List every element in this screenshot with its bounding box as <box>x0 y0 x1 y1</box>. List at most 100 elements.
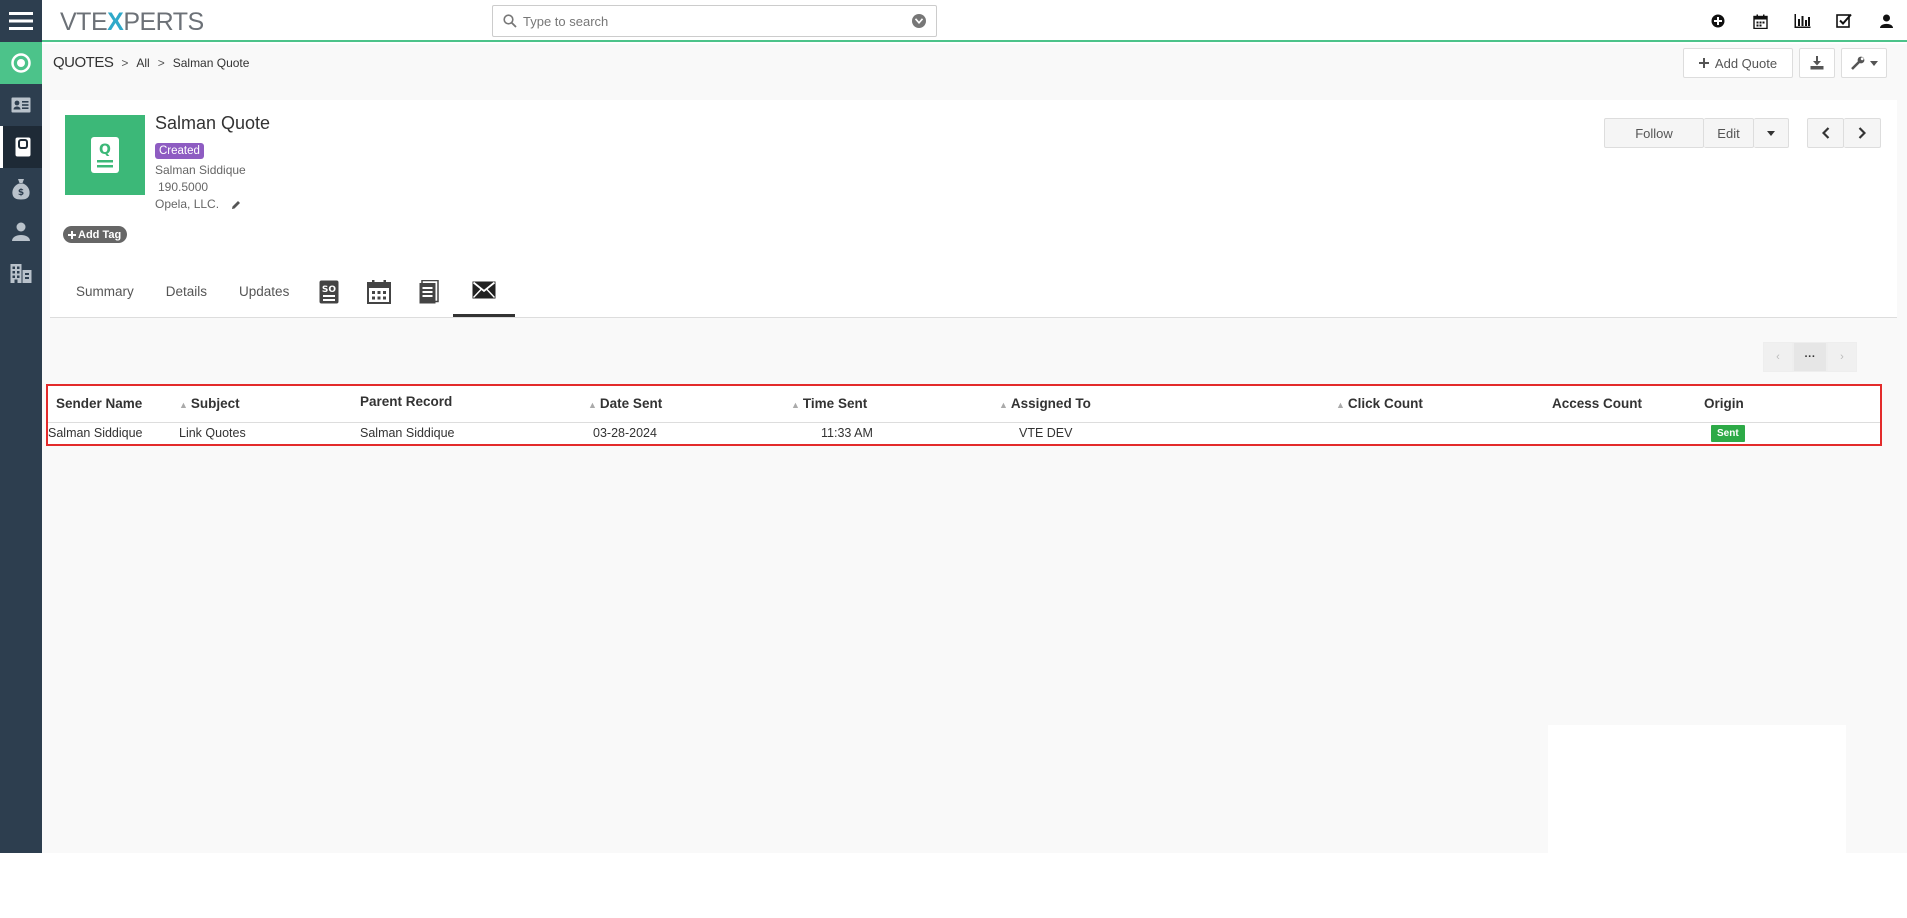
breadcrumb: QUOTES > All > Salman Quote <box>53 54 249 71</box>
sort-icon[interactable]: ▲︎ <box>999 400 1008 410</box>
tab-updates[interactable]: Updates <box>223 266 305 317</box>
status-badge: Created <box>155 143 204 159</box>
plus-circle-icon[interactable] <box>1697 0 1739 42</box>
cell-date-sent: 03-28-2024 <box>593 426 657 441</box>
settings-dropdown-button[interactable] <box>1841 48 1887 78</box>
download-button[interactable] <box>1799 48 1835 78</box>
bar-chart-icon[interactable] <box>1781 0 1823 42</box>
caret-down-icon <box>1767 130 1775 136</box>
tab-emails[interactable] <box>453 266 516 317</box>
tab-summary[interactable]: Summary <box>50 266 150 317</box>
table-header-row: Sender Name ▲︎ Subject Parent Record ▲︎ Da… <box>48 386 1880 423</box>
add-tag-button[interactable]: Add Tag <box>63 226 128 243</box>
tab-sales-orders[interactable]: SO <box>305 266 353 317</box>
top-toolbar <box>1697 0 1907 42</box>
svg-text:$: $ <box>18 188 24 198</box>
checkbox-icon[interactable] <box>1823 0 1865 42</box>
column-header-assigned-to[interactable]: ▲︎ Assigned To <box>999 386 1336 423</box>
pencil-icon[interactable] <box>231 200 241 210</box>
blank-panel <box>1548 725 1846 869</box>
tab-details[interactable]: Details <box>150 266 223 317</box>
column-header-sender-name[interactable]: Sender Name <box>48 386 179 423</box>
cell-time-sent: 11:33 AM <box>821 426 873 441</box>
tab-documents[interactable] <box>405 266 453 317</box>
page-footer-area <box>0 853 1907 918</box>
chevron-left-icon <box>1821 127 1829 139</box>
search-options-icon[interactable] <box>912 14 926 28</box>
organization-icon[interactable] <box>0 252 42 294</box>
column-header-origin[interactable]: Origin <box>1704 386 1880 423</box>
page-options-button[interactable]: ··· <box>1793 342 1827 372</box>
origin-badge: Sent <box>1711 424 1745 442</box>
global-search <box>492 5 937 37</box>
column-header-access-count[interactable]: Access Count <box>1552 386 1704 423</box>
chevron-right-icon: > <box>157 55 165 70</box>
edit-button[interactable]: Edit <box>1704 118 1754 148</box>
pagination: ‹ ··· › <box>1763 342 1857 372</box>
quotes-icon[interactable] <box>0 126 42 168</box>
search-input[interactable] <box>523 11 893 31</box>
main-content: QUOTES > All > Salman Quote Add Quote Q … <box>42 44 1907 869</box>
money-bag-icon[interactable]: $ <box>0 168 42 210</box>
follow-button[interactable]: Follow <box>1604 118 1704 148</box>
sort-icon[interactable]: ▲︎ <box>791 400 800 410</box>
cell-subject[interactable]: Link Quotes <box>179 422 360 444</box>
plus-icon <box>1698 58 1709 68</box>
caret-down-icon <box>1869 60 1878 66</box>
sales-order-icon: SO <box>319 280 339 303</box>
email-history-table: Sender Name ▲︎ Subject Parent Record ▲︎ Da… <box>46 384 1882 446</box>
sort-icon[interactable]: ▲︎ <box>588 400 597 410</box>
calendar-icon[interactable] <box>1739 0 1781 42</box>
download-icon <box>1810 56 1824 70</box>
breadcrumb-module[interactable]: QUOTES <box>53 54 114 71</box>
next-page-button[interactable]: › <box>1827 342 1857 372</box>
add-tag-label: Add Tag <box>78 228 122 241</box>
sort-icon[interactable]: ▲︎ <box>179 400 188 410</box>
person-icon[interactable] <box>0 210 42 252</box>
previous-page-button[interactable]: ‹ <box>1763 342 1793 372</box>
svg-text:SO: SO <box>322 285 336 295</box>
search-icon <box>503 14 517 28</box>
tab-calendar[interactable] <box>353 266 405 317</box>
calendar-icon <box>367 279 392 304</box>
top-bar: VTEXPERTS <box>0 0 1907 42</box>
cell-assigned-to: VTE DEV <box>1019 426 1073 441</box>
column-header-date-sent[interactable]: ▲︎ Date Sent <box>588 386 791 423</box>
record-tabs: Summary Details Updates SO <box>50 266 1897 318</box>
add-quote-label: Add Quote <box>1714 55 1778 71</box>
app-logo[interactable]: VTEXPERTS <box>60 8 204 37</box>
chevron-right-icon: > <box>121 55 129 70</box>
more-actions-dropdown[interactable] <box>1754 118 1789 148</box>
contact-card-icon[interactable] <box>0 84 42 126</box>
record-title: Salman Quote <box>155 113 271 133</box>
menu-icon[interactable] <box>0 0 42 42</box>
record-header: Q Salman Quote Created Salman Siddique 1… <box>50 100 1897 266</box>
app-sidebar: $ <box>0 42 42 853</box>
cell-parent-record[interactable]: Salman Siddique <box>360 422 588 444</box>
table-row[interactable]: Salman Siddique Link Quotes Salman Siddi… <box>48 422 1880 444</box>
cell-origin: Sent <box>1704 422 1880 444</box>
add-quote-button[interactable]: Add Quote <box>1683 48 1793 78</box>
user-icon[interactable] <box>1865 0 1907 42</box>
home-icon[interactable] <box>0 42 42 84</box>
next-record-button[interactable] <box>1844 118 1881 148</box>
plus-icon <box>68 230 76 239</box>
column-header-time-sent[interactable]: ▲︎ Time Sent <box>791 386 999 423</box>
header-actions: Add Quote <box>1683 48 1887 78</box>
breadcrumb-filter[interactable]: All <box>136 56 149 70</box>
previous-record-button[interactable] <box>1807 118 1844 148</box>
chevron-right-icon <box>1858 127 1866 139</box>
column-header-click-count[interactable]: ▲︎ Click Count <box>1336 386 1552 423</box>
sort-icon[interactable]: ▲︎ <box>1336 400 1345 410</box>
column-header-subject[interactable]: ▲︎ Subject <box>179 386 360 423</box>
record-actions: Follow Edit <box>1604 118 1881 148</box>
document-icon <box>419 279 440 303</box>
column-header-parent-record[interactable]: Parent Record <box>360 386 588 423</box>
record-owner: Salman Siddique <box>155 163 246 177</box>
organization-name: Opela, LLC. <box>155 197 220 211</box>
record-organization: Opela, LLC. <box>155 197 241 211</box>
cell-click-count <box>1336 422 1552 444</box>
svg-text:Q: Q <box>99 142 111 158</box>
cell-sender-name: Salman Siddique <box>48 426 143 441</box>
quote-record-icon: Q <box>65 115 145 195</box>
